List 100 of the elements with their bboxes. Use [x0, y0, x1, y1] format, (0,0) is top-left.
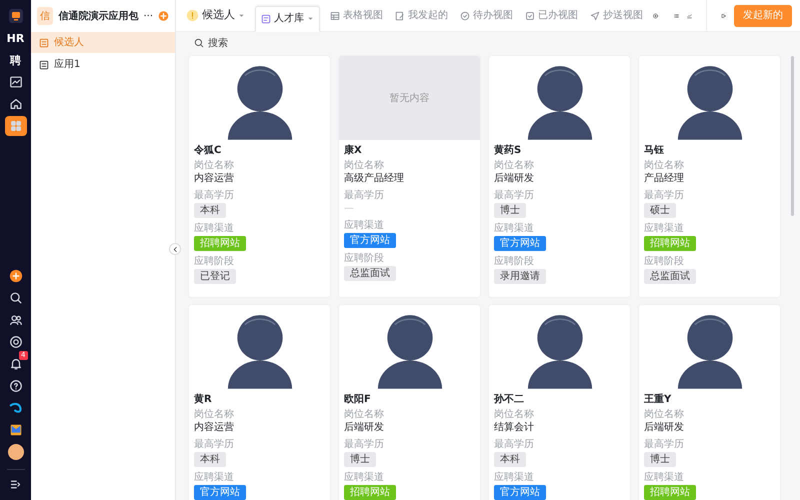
field-label: 岗位名称	[344, 408, 384, 421]
field-label: 最高学历	[644, 438, 684, 451]
candidate-card[interactable]: 暂无内容 康X 岗位名称 高级产品经理 最高学历 — 应聘渠道 官方网站 应聘阶段 总监面试	[339, 56, 480, 297]
candidate-card[interactable]: 黄R 岗位名称 内容运营 最高学历 本科 应聘渠道 官方网站	[189, 305, 330, 500]
layout-icon	[261, 14, 271, 24]
avatar[interactable]	[8, 444, 24, 460]
field-label: 岗位名称	[644, 159, 684, 172]
field-value: 内容运营	[194, 421, 234, 435]
settings-icon[interactable]	[8, 335, 22, 349]
field-label: 最高学历	[194, 438, 234, 451]
form-icon	[39, 60, 49, 70]
field-label: 应聘阶段	[494, 255, 534, 268]
field-label: 岗位名称	[494, 408, 534, 421]
field-tag: 官方网站	[194, 485, 246, 500]
candidate-card[interactable]: 孙不二 岗位名称 结算会计 最高学历 本科 应聘渠道 官方网站	[489, 305, 630, 500]
field-label: 岗位名称	[644, 408, 684, 421]
candidate-card[interactable]: 王重Y 岗位名称 后端研发 最高学历 博士 应聘渠道 招聘网站	[639, 305, 780, 500]
field-label: 应聘阶段	[344, 252, 384, 265]
scrollbar[interactable]	[791, 56, 794, 216]
field-label: 应聘渠道	[494, 222, 534, 235]
field-label: 应聘渠道	[494, 471, 534, 484]
edit-icon	[395, 10, 405, 20]
field-value: —	[344, 202, 354, 216]
rail-nav-item[interactable]: 聘	[10, 54, 21, 66]
app-icon: 信	[37, 7, 54, 25]
app-tile-icon[interactable]	[8, 423, 22, 437]
app-title: 信通院演示应用包	[58, 9, 138, 24]
swoosh-logo-icon[interactable]	[8, 401, 22, 415]
candidate-card[interactable]: 马钰 岗位名称 产品经理 最高学历 硕士 应聘渠道 招聘网站 应聘阶段 总监面试	[639, 56, 780, 297]
candidate-name: 康X	[344, 144, 362, 158]
candidate-name: 黄药S	[494, 144, 522, 158]
bell-icon[interactable]	[8, 357, 22, 371]
candidate-card[interactable]: 令狐C 岗位名称 内容运营 最高学历 本科 应聘渠道 招聘网站 应聘阶段 已登记	[189, 56, 330, 297]
view-tab[interactable]: 人才库	[255, 6, 320, 32]
field-label: 最高学历	[194, 189, 234, 202]
rail-nav-item[interactable]: HR	[6, 32, 24, 44]
avatar-silhouette-icon	[526, 313, 594, 389]
home-icon[interactable]	[8, 97, 22, 111]
avatar-silhouette-icon	[376, 313, 444, 389]
field-value: 内容运营	[194, 172, 234, 186]
field-label: 应聘阶段	[644, 255, 684, 268]
avatar-silhouette-icon	[676, 313, 744, 389]
sidebar-item[interactable]: 应用1	[31, 54, 175, 75]
field-tag: 官方网站	[494, 485, 546, 500]
collapse-icon[interactable]	[9, 478, 22, 490]
more-button[interactable]: ···	[143, 8, 154, 24]
field-tag: 已登记	[194, 269, 236, 284]
empty-photo-text: 暂无内容	[390, 92, 430, 106]
candidate-name: 孙不二	[494, 393, 524, 407]
field-value: 后端研发	[494, 172, 534, 186]
users-icon[interactable]	[8, 313, 22, 327]
field-tag: 本科	[194, 452, 226, 467]
candidate-name: 欧阳F	[344, 393, 371, 407]
field-tag: 博士	[344, 452, 376, 467]
field-label: 岗位名称	[494, 159, 534, 172]
field-tag: 招聘网站	[644, 236, 696, 251]
field-tag: 博士	[494, 203, 526, 218]
candidate-name: 令狐C	[194, 144, 222, 158]
send-icon	[590, 10, 600, 20]
caret-icon	[307, 15, 314, 22]
field-label: 应聘渠道	[644, 471, 684, 484]
chart-icon[interactable]	[8, 75, 22, 89]
search-field[interactable]: 搜索	[176, 32, 800, 54]
field-label: 应聘渠道	[194, 471, 234, 484]
field-label: 最高学历	[344, 189, 384, 202]
search-icon[interactable]	[8, 291, 22, 305]
field-tag: 本科	[194, 203, 226, 218]
candidate-card[interactable]: 欧阳F 岗位名称 后端研发 最高学历 博士 应聘渠道 招聘网站	[339, 305, 480, 500]
avatar-silhouette-icon	[526, 64, 594, 140]
field-label: 最高学历	[644, 189, 684, 202]
field-tag: 总监面试	[644, 269, 696, 284]
field-label: 应聘渠道	[344, 471, 384, 484]
app-logo-icon	[8, 8, 24, 24]
caret-icon	[238, 12, 245, 19]
avatar-silhouette-icon	[676, 64, 744, 140]
field-label: 岗位名称	[194, 159, 234, 172]
chevron-left-icon	[172, 246, 178, 252]
help-icon[interactable]	[8, 379, 22, 393]
field-label: 应聘渠道	[194, 222, 234, 235]
field-label: 应聘渠道	[344, 219, 384, 232]
candidate-name: 马钰	[644, 144, 664, 158]
field-value: 高级产品经理	[344, 172, 404, 186]
candidate-card[interactable]: 黄药S 岗位名称 后端研发 最高学历 博士 应聘渠道 官方网站 应聘阶段 录用邀请	[489, 56, 630, 297]
field-label: 最高学历	[494, 438, 534, 451]
field-tag: 硕士	[644, 203, 676, 218]
candidate-name: 王重Y	[644, 393, 672, 407]
collapse-handle[interactable]	[169, 243, 181, 255]
field-tag: 官方网站	[344, 233, 396, 248]
table-icon	[330, 10, 340, 20]
field-tag: 官方网站	[494, 236, 546, 251]
check-circle-icon	[460, 10, 470, 20]
add-icon[interactable]	[8, 269, 22, 283]
field-tag: 招聘网站	[194, 236, 246, 251]
field-value: 结算会计	[494, 421, 534, 435]
view-tab[interactable]: 候选人	[184, 4, 247, 28]
field-tag: 招聘网站	[344, 485, 396, 500]
candidate-name: 黄R	[194, 393, 212, 407]
field-tag: 本科	[494, 452, 526, 467]
field-label: 最高学历	[344, 438, 384, 451]
search-icon	[194, 38, 204, 48]
